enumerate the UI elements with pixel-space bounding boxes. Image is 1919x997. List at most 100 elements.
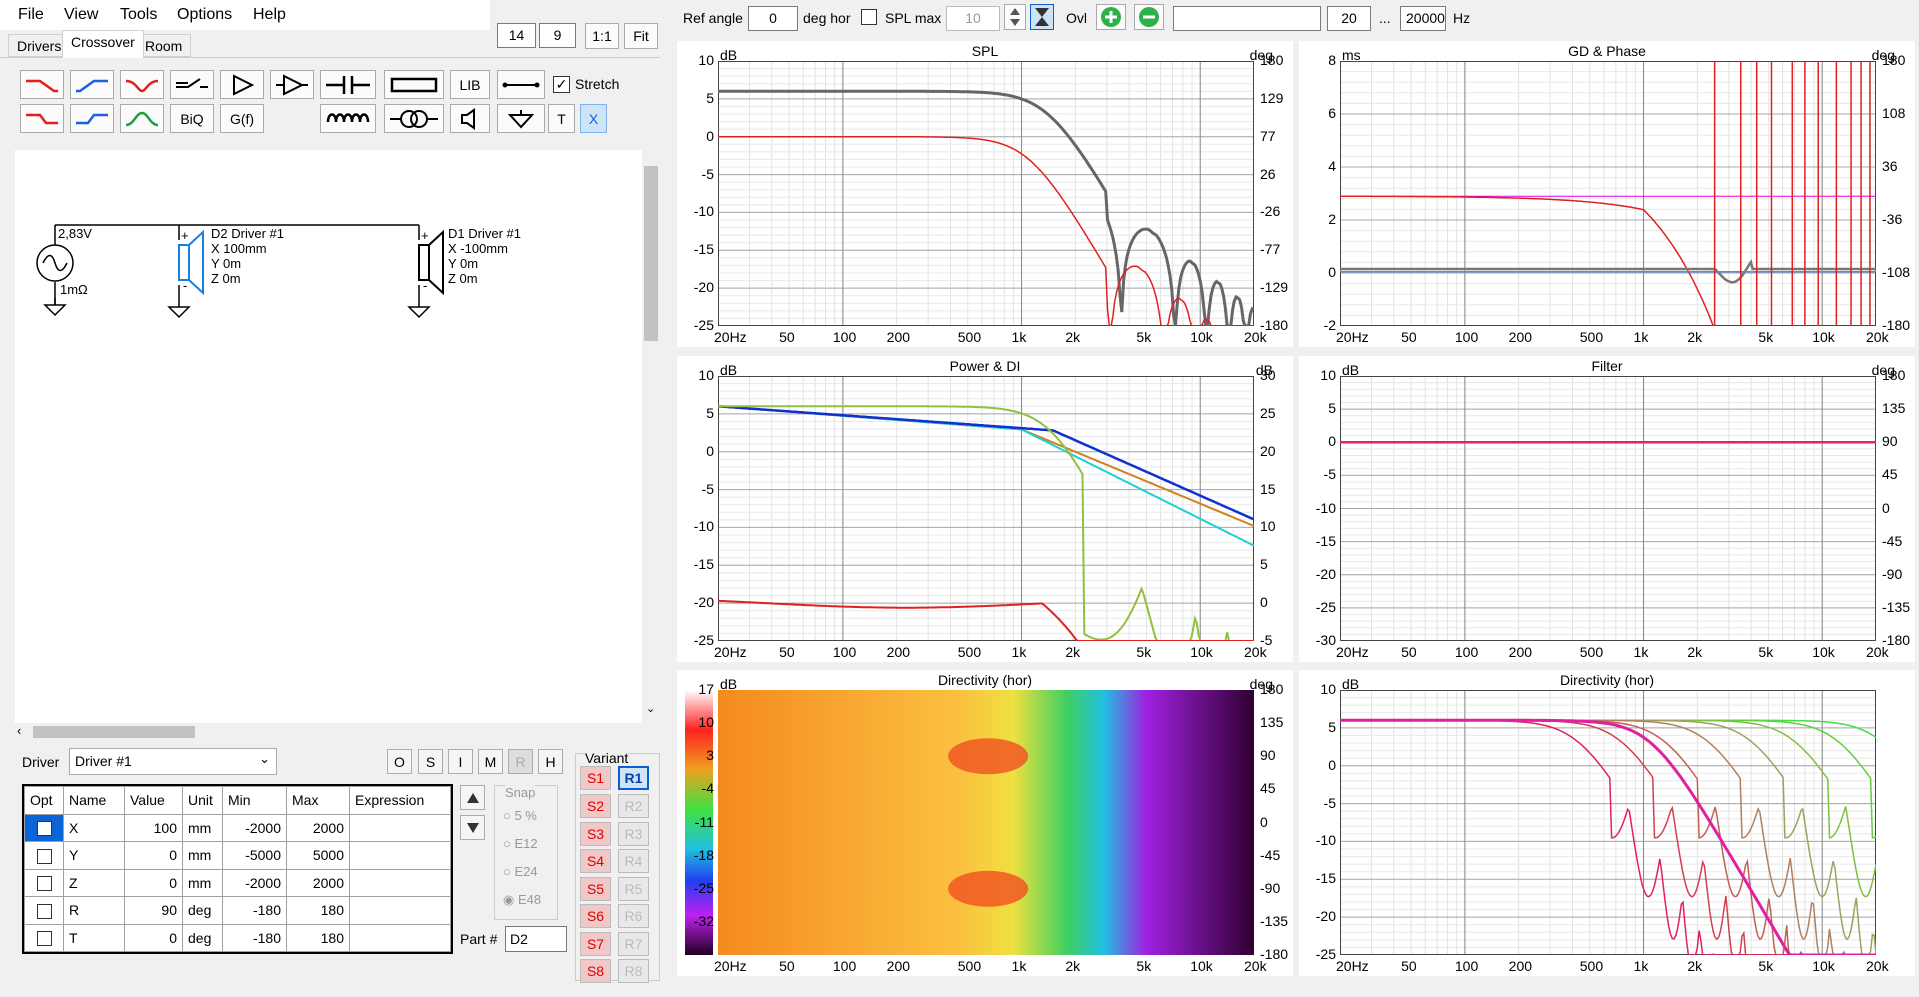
- cell-expression[interactable]: [349, 868, 451, 897]
- menu-help[interactable]: Help: [253, 6, 286, 24]
- menu-view[interactable]: View: [64, 6, 98, 24]
- snap-e24[interactable]: ○ E24: [503, 864, 538, 879]
- variant-r5[interactable]: R5: [618, 877, 649, 901]
- cell-max[interactable]: 180: [286, 923, 350, 952]
- buffer-icon[interactable]: [270, 70, 314, 99]
- ref-angle-input[interactable]: 0: [748, 6, 798, 31]
- spl-max-input[interactable]: 10: [946, 6, 1000, 31]
- table-row[interactable]: Y 0 mm -5000 5000: [24, 841, 451, 870]
- variant-s1[interactable]: S1: [580, 766, 611, 790]
- directivity-map-chart[interactable]: Directivity (hor) dB deg 17 10 3 -4 -11 -18 -2…: [677, 670, 1293, 976]
- hscroll-thumb[interactable]: [33, 726, 195, 738]
- filter-chart[interactable]: Filter dB deg 10 5 0 -5 -10 -15 -20 -25 -30 180 13…: [1299, 356, 1915, 662]
- variant-r3[interactable]: R3: [618, 822, 649, 846]
- variant-r1[interactable]: R1: [618, 766, 649, 790]
- variant-s8[interactable]: S8: [580, 959, 611, 983]
- tab-drivers[interactable]: Drivers: [8, 34, 71, 57]
- cell-value[interactable]: 0: [124, 923, 183, 952]
- cell-value[interactable]: 0: [124, 841, 183, 870]
- overlay-name-input[interactable]: [1173, 6, 1321, 31]
- fit-button[interactable]: Fit: [624, 23, 658, 49]
- d2-info[interactable]: D2 Driver #1 X 100mm Y 0m Z 0m: [211, 226, 284, 286]
- r-button[interactable]: R: [508, 749, 533, 774]
- notch-icon[interactable]: [120, 70, 164, 99]
- cell-min[interactable]: -2000: [222, 813, 287, 842]
- menu-tools[interactable]: Tools: [120, 6, 157, 24]
- opt-checkbox[interactable]: [36, 848, 52, 864]
- bandpass-icon[interactable]: [120, 104, 164, 133]
- t-button[interactable]: T: [548, 104, 575, 133]
- scroll-down-icon[interactable]: ⌄: [646, 702, 655, 715]
- variant-s7[interactable]: S7: [580, 932, 611, 956]
- variant-r6[interactable]: R6: [618, 904, 649, 928]
- spl-chart[interactable]: SPL dB deg 10 5 0 -5 -10 -15 -20 -25 180 129 77 26-…: [677, 41, 1293, 347]
- tab-crossover[interactable]: Crossover: [62, 30, 144, 58]
- m-button[interactable]: M: [478, 749, 503, 774]
- schematic-canvas[interactable]: 2,83V 1mΩ + - + - D2 Driver #1 X 100mm Y…: [15, 150, 642, 723]
- variant-r4[interactable]: R4: [618, 849, 649, 873]
- highpass-2-icon[interactable]: [70, 104, 114, 133]
- switch-icon[interactable]: [170, 70, 214, 99]
- table-row[interactable]: X 100 mm -2000 2000: [24, 813, 451, 842]
- part-input[interactable]: D2: [505, 926, 567, 952]
- cell-value[interactable]: 100: [124, 813, 183, 842]
- capacitor-icon[interactable]: [320, 70, 376, 99]
- cell-value[interactable]: 90: [124, 896, 183, 925]
- biquad-button[interactable]: BiQ: [170, 104, 214, 133]
- cell-expression[interactable]: [349, 923, 451, 952]
- spl-max-checkbox[interactable]: [861, 9, 877, 25]
- tab-room[interactable]: Room: [136, 34, 192, 57]
- cell-expression[interactable]: [349, 896, 451, 925]
- cell-min[interactable]: -180: [222, 896, 287, 925]
- zoom-fit-icon[interactable]: [1030, 4, 1054, 30]
- x-button[interactable]: X: [580, 104, 607, 133]
- s-button[interactable]: S: [418, 749, 443, 774]
- amplifier-icon[interactable]: [220, 70, 264, 99]
- table-row[interactable]: R 90 deg -180 180: [24, 896, 451, 925]
- table-row[interactable]: Z 0 mm -2000 2000: [24, 868, 451, 897]
- speaker-icon[interactable]: [450, 104, 490, 133]
- variant-s4[interactable]: S4: [580, 849, 611, 873]
- variant-r7[interactable]: R7: [618, 932, 649, 956]
- o-button[interactable]: O: [387, 749, 412, 774]
- ratio-button[interactable]: 1:1: [585, 23, 619, 49]
- cell-max[interactable]: 2000: [286, 868, 350, 897]
- schematic-hscroll[interactable]: ‹: [15, 723, 642, 741]
- opt-checkbox[interactable]: [36, 903, 52, 919]
- cell-expression[interactable]: [349, 813, 451, 842]
- scroll-left-icon[interactable]: ‹: [17, 723, 21, 738]
- highpass-icon[interactable]: [70, 70, 114, 99]
- menu-file[interactable]: File: [18, 6, 44, 24]
- cell-max[interactable]: 5000: [286, 841, 350, 870]
- cell-expression[interactable]: [349, 841, 451, 870]
- move-down-icon[interactable]: [460, 815, 485, 840]
- cell-max[interactable]: 2000: [286, 813, 350, 842]
- variant-r2[interactable]: R2: [618, 794, 649, 818]
- move-up-icon[interactable]: [460, 785, 485, 810]
- h-button[interactable]: H: [538, 749, 563, 774]
- grid-y-field[interactable]: 9: [539, 23, 576, 48]
- grid-x-field[interactable]: 14: [497, 23, 536, 48]
- snap-5pct[interactable]: ○ 5 %: [503, 808, 537, 823]
- gf-button[interactable]: G(f): [220, 104, 264, 133]
- lowpass-icon[interactable]: [20, 70, 64, 99]
- stretch-checkbox[interactable]: ✓: [553, 76, 570, 93]
- opt-checkbox[interactable]: [36, 876, 52, 892]
- freq-to-input[interactable]: 20000: [1400, 6, 1446, 31]
- opt-checkbox[interactable]: [36, 821, 52, 837]
- gd-phase-chart[interactable]: GD & Phase ms deg 8 6 4 2 0 -2 180 108 36 -36 -108…: [1299, 41, 1915, 347]
- i-button[interactable]: I: [448, 749, 473, 774]
- cell-max[interactable]: 180: [286, 896, 350, 925]
- wire-icon[interactable]: [497, 70, 545, 99]
- freq-from-input[interactable]: 20: [1327, 6, 1371, 31]
- library-button[interactable]: LIB: [450, 70, 490, 99]
- cell-min[interactable]: -180: [222, 923, 287, 952]
- variant-s2[interactable]: S2: [580, 794, 611, 818]
- cell-min[interactable]: -5000: [222, 841, 287, 870]
- opt-checkbox[interactable]: [36, 931, 52, 947]
- snap-e48[interactable]: ◉ E48: [503, 892, 541, 908]
- variant-s6[interactable]: S6: [580, 904, 611, 928]
- table-row[interactable]: T 0 deg -180 180: [24, 923, 451, 952]
- menu-options[interactable]: Options: [177, 6, 232, 24]
- cell-value[interactable]: 0: [124, 868, 183, 897]
